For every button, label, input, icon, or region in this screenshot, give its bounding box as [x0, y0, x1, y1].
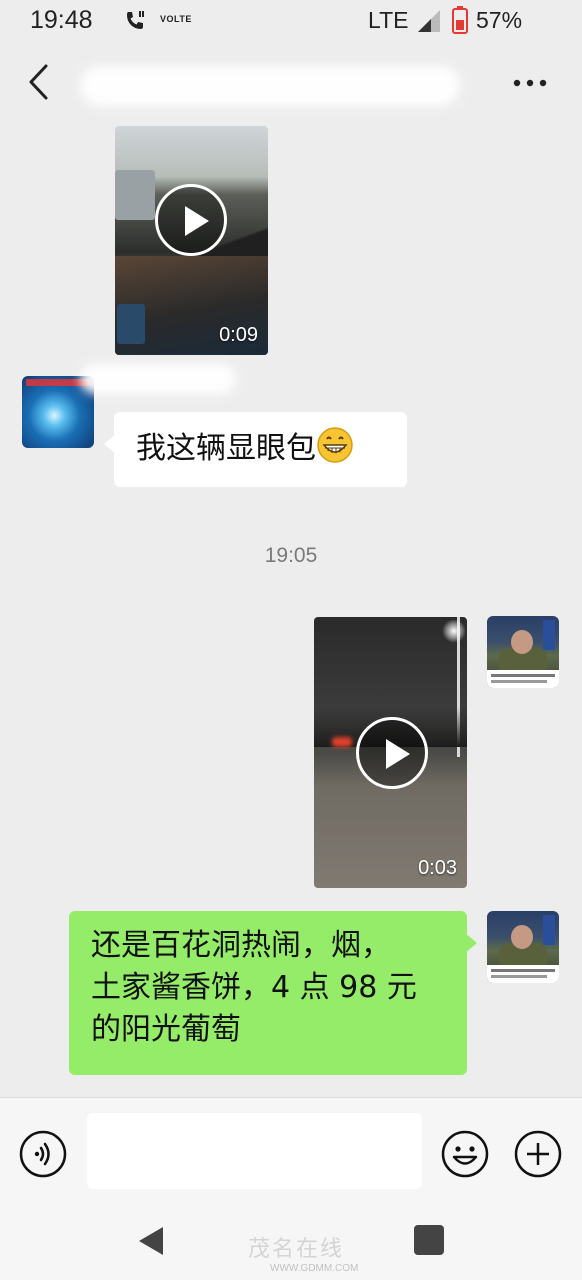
video-duration: 0:09	[219, 324, 258, 346]
message-text: 我这辆显眼包	[136, 431, 316, 466]
avatar-detail	[543, 915, 555, 945]
more-dots-icon[interactable]	[512, 78, 548, 88]
video-thumbnail-detail	[115, 170, 155, 220]
avatar-detail	[487, 965, 559, 983]
message-bubble-outgoing[interactable]: 还是百花洞热闹，烟， 土家酱香饼，4 点 98 元 的阳光葡萄	[69, 911, 477, 1075]
video-duration: 0:03	[418, 857, 457, 879]
nav-recent-icon[interactable]	[414, 1225, 444, 1255]
message-input[interactable]	[87, 1113, 422, 1189]
message-text-line: 还是百花洞热闹，烟，	[91, 928, 391, 963]
volte-badge: VOLTE	[160, 14, 192, 24]
play-icon[interactable]	[155, 184, 227, 256]
avatar-detail	[543, 620, 555, 650]
grinning-face-emoji-icon	[317, 427, 353, 463]
watermark: 茂名在线	[247, 1236, 344, 1261]
nav-back-icon[interactable]	[137, 1225, 165, 1257]
watermark-url: WWW.GDMM.COM	[270, 1263, 359, 1274]
chat-header	[0, 42, 582, 122]
status-bar: 19:48 VOLTE LTE 57%	[0, 0, 582, 42]
plus-icon[interactable]	[514, 1130, 562, 1178]
system-navigation-bar: 茂名在线 WWW.GDMM.COM	[0, 1201, 582, 1280]
video-thumbnail-detail	[332, 737, 352, 747]
input-bar	[0, 1097, 582, 1201]
message-text-line: 的阳光葡萄	[91, 1012, 241, 1047]
avatar[interactable]	[487, 911, 559, 983]
battery-percent: 57%	[476, 7, 523, 33]
redacted-sender-name	[80, 364, 236, 394]
play-icon[interactable]	[356, 717, 428, 789]
battery-icon	[452, 6, 468, 34]
video-message[interactable]: 0:03	[314, 617, 467, 888]
avatar-detail	[511, 630, 533, 654]
signal-icon	[418, 10, 440, 32]
video-thumbnail-detail	[117, 304, 145, 344]
emoji-icon[interactable]	[441, 1130, 489, 1178]
network-type: LTE	[368, 7, 409, 33]
status-time: 19:48	[30, 6, 93, 34]
phone-wifi-icon	[127, 11, 144, 29]
message-timestamp: 19:05	[264, 544, 318, 567]
avatar-detail	[511, 925, 533, 949]
message-list: 0:09 我这辆显眼包 19:05 0:03 还是百花洞热闹，烟， 土家酱香饼，…	[0, 122, 582, 1097]
video-message[interactable]: 0:09	[115, 126, 268, 355]
chat-title	[70, 58, 460, 108]
chevron-left-icon[interactable]	[26, 62, 52, 102]
message-text-line: 土家酱香饼，4 点 98 元	[91, 970, 417, 1005]
avatar-detail	[487, 670, 559, 688]
voice-icon[interactable]	[19, 1130, 67, 1178]
avatar[interactable]	[487, 616, 559, 688]
video-thumbnail-detail	[442, 619, 466, 643]
message-bubble-incoming[interactable]: 我这辆显眼包	[104, 412, 407, 487]
